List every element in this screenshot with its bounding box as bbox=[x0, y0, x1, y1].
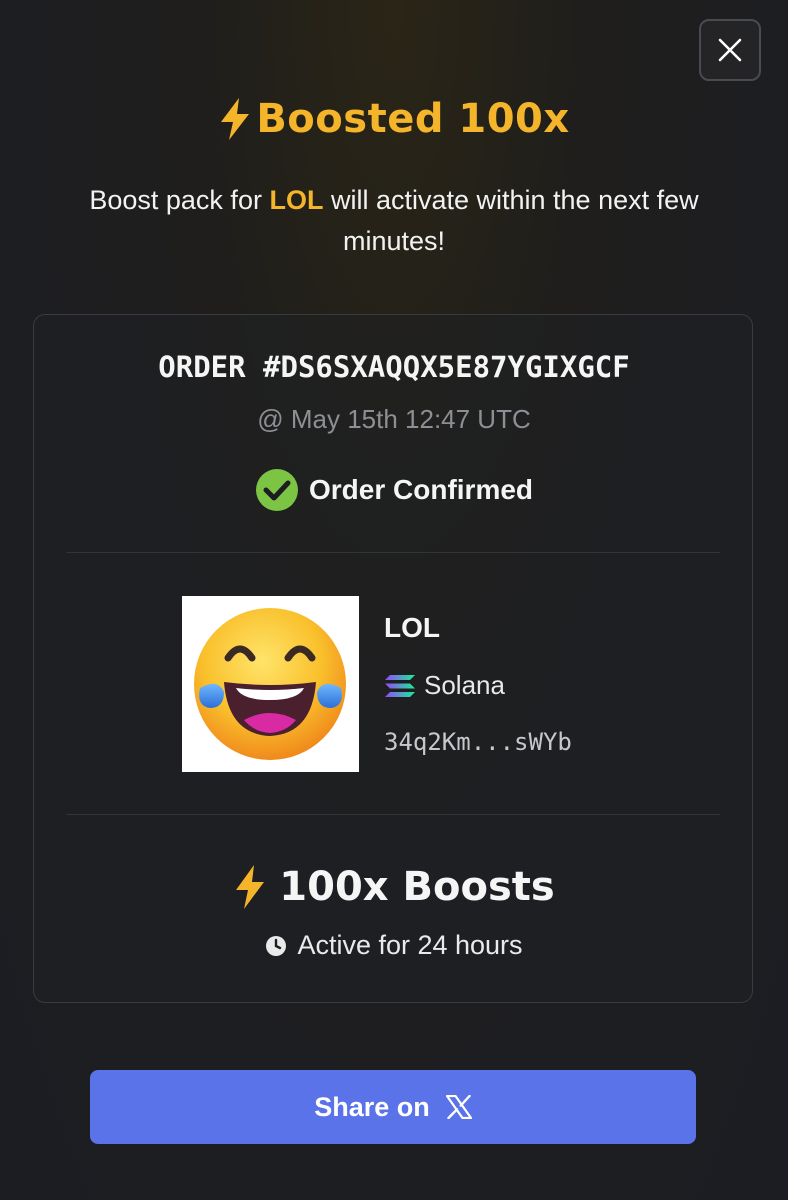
boost-amount-label: 100x Boosts bbox=[279, 864, 555, 910]
lightning-icon bbox=[236, 865, 265, 909]
order-status: Order Confirmed bbox=[0, 468, 788, 512]
solana-icon bbox=[385, 674, 415, 697]
x-logo-icon bbox=[445, 1095, 472, 1119]
order-id: ORDER #DS6SXAQQX5E87YGIXGCF bbox=[158, 350, 630, 384]
boost-amount: 100x Boosts bbox=[0, 864, 788, 910]
token-chain-label: Solana bbox=[424, 670, 505, 700]
divider bbox=[66, 552, 720, 553]
lightning-icon bbox=[221, 98, 250, 140]
token-address[interactable]: 34q2Km...sWYb bbox=[384, 728, 572, 756]
boost-duration-label: Active for 24 hours bbox=[297, 930, 523, 960]
order-timestamp: @ May 15th 12:47 UTC bbox=[257, 404, 531, 434]
close-button[interactable] bbox=[699, 19, 761, 81]
close-icon bbox=[718, 38, 742, 62]
subtitle-prefix: Boost pack for bbox=[89, 185, 270, 215]
clock-icon bbox=[266, 935, 287, 956]
divider bbox=[66, 814, 720, 815]
subtitle: Boost pack for LOL will activate within … bbox=[40, 180, 748, 262]
boost-duration: Active for 24 hours bbox=[0, 930, 788, 961]
token-image bbox=[182, 596, 359, 772]
order-status-label: Order Confirmed bbox=[308, 474, 534, 505]
token-name: LOL bbox=[384, 612, 440, 643]
token-chain: Solana bbox=[384, 670, 505, 701]
title-text: Boosted 100x bbox=[256, 96, 570, 142]
subtitle-token: LOL bbox=[269, 185, 324, 215]
share-button-label: Share on bbox=[314, 1091, 430, 1122]
check-circle-icon bbox=[255, 469, 298, 511]
modal-title: Boosted 100x bbox=[0, 96, 788, 142]
subtitle-suffix: will activate within the next few minute… bbox=[323, 185, 699, 256]
laughing-face-emoji-icon bbox=[194, 608, 346, 760]
share-on-x-button[interactable]: Share on bbox=[90, 1070, 696, 1144]
boost-confirmation-modal: Boosted 100x Boost pack for LOL will act… bbox=[0, 0, 788, 1200]
